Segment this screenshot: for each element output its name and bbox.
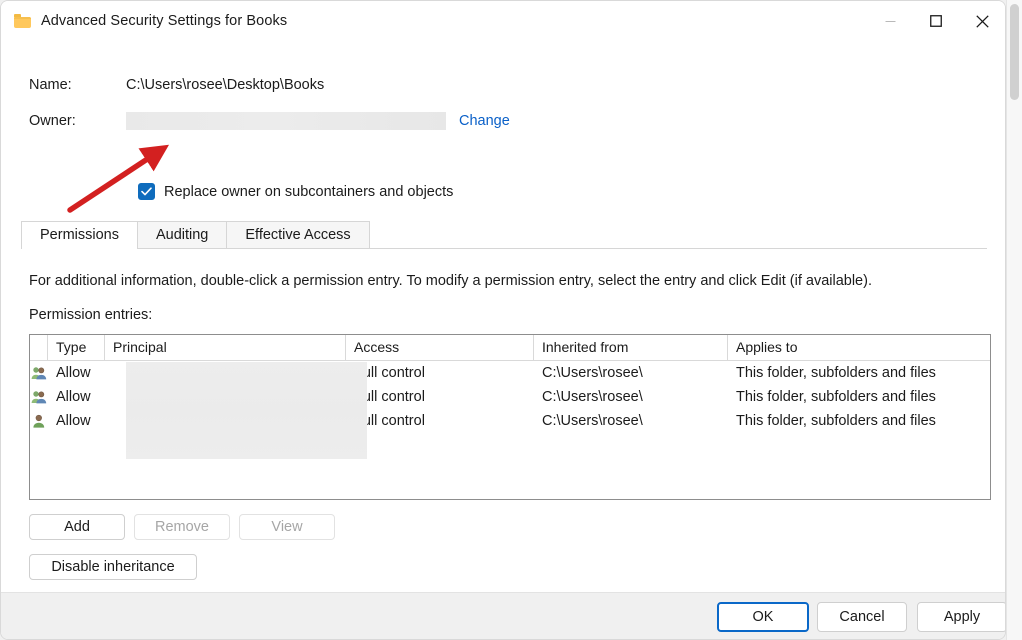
name-value: C:\Users\rosee\Desktop\Books (126, 77, 324, 93)
table-header-inherited-from[interactable]: Inherited from (534, 335, 728, 361)
tab-strip: Permissions Auditing Effective Access (21, 221, 369, 249)
row-access: Full control (346, 389, 534, 405)
table-header-access[interactable]: Access (346, 335, 534, 361)
permission-entries-table[interactable]: Type Principal Access Inherited from App… (29, 334, 991, 500)
minimize-button[interactable] (867, 1, 913, 41)
row-access: Full control (346, 413, 534, 429)
name-row: Name: C:\Users\rosee\Desktop\Books (29, 77, 324, 93)
row-applies-to: This folder, subfolders and files (728, 365, 990, 381)
permission-entries-label: Permission entries: (29, 307, 152, 323)
row-type: Allow (48, 413, 105, 429)
owner-row: Owner: Change (29, 112, 510, 130)
window-controls (867, 1, 1005, 41)
row-applies-to: This folder, subfolders and files (728, 413, 990, 429)
tab-effective-access[interactable]: Effective Access (226, 221, 369, 249)
group-icon (30, 389, 48, 405)
table-row[interactable]: Allow Full control C:\Users\rosee\ This … (30, 361, 990, 385)
change-owner-link[interactable]: Change (459, 113, 510, 129)
title-bar-left: Advanced Security Settings for Books (1, 13, 287, 29)
tab-auditing[interactable]: Auditing (137, 221, 227, 249)
add-button[interactable]: Add (29, 514, 125, 540)
maximize-button[interactable] (913, 1, 959, 41)
replace-owner-checkbox[interactable]: Replace owner on subcontainers and objec… (138, 183, 453, 200)
dialog-body: Name: C:\Users\rosee\Desktop\Books Owner… (1, 41, 1005, 592)
remove-button: Remove (134, 514, 230, 540)
checkbox-checked-icon[interactable] (138, 183, 155, 200)
row-inherited-from: C:\Users\rosee\ (534, 413, 728, 429)
window-title: Advanced Security Settings for Books (41, 13, 287, 29)
row-type: Allow (48, 365, 105, 381)
row-access: Full control (346, 365, 534, 381)
page-scrollbar-thumb[interactable] (1010, 4, 1019, 100)
row-inherited-from: C:\Users\rosee\ (534, 389, 728, 405)
owner-value-redacted (126, 112, 446, 130)
title-bar[interactable]: Advanced Security Settings for Books (1, 1, 1005, 41)
table-header-icon (30, 335, 48, 361)
page-scrollbar[interactable] (1006, 0, 1022, 640)
owner-label: Owner: (29, 113, 126, 129)
replace-owner-label: Replace owner on subcontainers and objec… (164, 184, 453, 200)
table-header-type[interactable]: Type (48, 335, 105, 361)
table-header-principal[interactable]: Principal (105, 335, 346, 361)
table-header-row: Type Principal Access Inherited from App… (30, 335, 990, 361)
row-inherited-from: C:\Users\rosee\ (534, 365, 728, 381)
folder-icon (14, 14, 31, 28)
group-icon (30, 365, 48, 381)
advanced-security-settings-dialog: Advanced Security Settings for Books Nam… (0, 0, 1006, 640)
row-applies-to: This folder, subfolders and files (728, 389, 990, 405)
permissions-tab-panel: For additional information, double-click… (21, 248, 987, 592)
table-row[interactable]: Allow Full control C:\Users\rosee\ This … (30, 385, 990, 409)
apply-button[interactable]: Apply (917, 602, 1006, 632)
tab-permissions[interactable]: Permissions (21, 221, 138, 249)
dialog-footer: OK Cancel Apply (1, 592, 1005, 639)
close-button[interactable] (959, 1, 1005, 41)
info-text: For additional information, double-click… (29, 273, 872, 289)
user-icon (30, 413, 48, 429)
ok-button[interactable]: OK (717, 602, 809, 632)
name-label: Name: (29, 77, 126, 93)
disable-inheritance-button[interactable]: Disable inheritance (29, 554, 197, 580)
cancel-button[interactable]: Cancel (817, 602, 907, 632)
table-row[interactable]: Allow Full control C:\Users\rosee\ This … (30, 409, 990, 433)
row-type: Allow (48, 389, 105, 405)
table-header-applies-to[interactable]: Applies to (728, 335, 990, 361)
view-button: View (239, 514, 335, 540)
